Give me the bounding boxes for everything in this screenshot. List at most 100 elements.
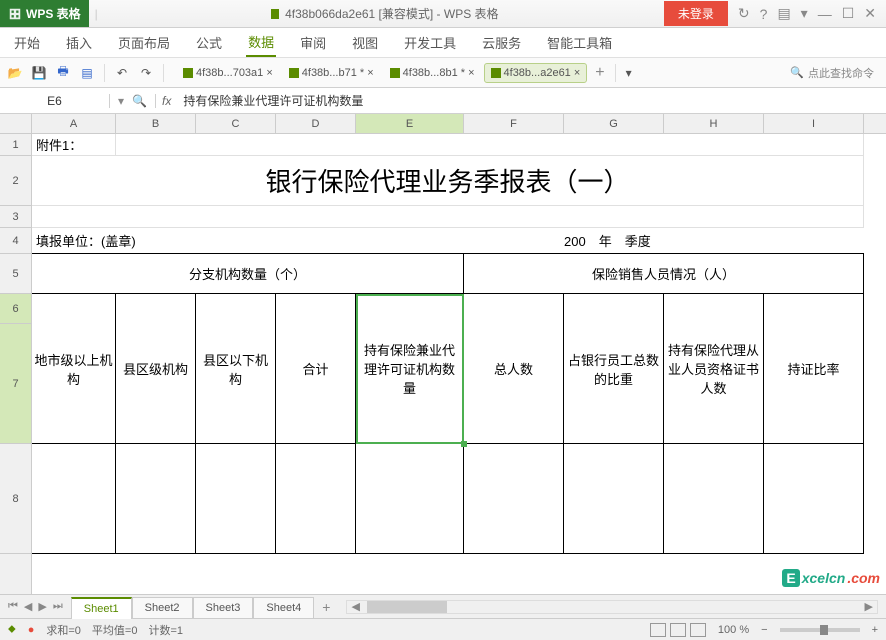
row-header-4[interactable]: 4: [0, 228, 31, 254]
cell-r8-6[interactable]: [464, 444, 564, 554]
col-header-A[interactable]: A: [32, 114, 116, 133]
print-icon[interactable]: 🖶: [54, 64, 72, 82]
cell-header-branch[interactable]: 分支机构数量（个）: [32, 254, 464, 294]
scroll-left-icon[interactable]: ◀: [351, 600, 359, 613]
settings-icon[interactable]: ▤: [777, 5, 790, 22]
cell-B1[interactable]: [116, 134, 864, 156]
col-header-H[interactable]: H: [664, 114, 764, 133]
menu-review[interactable]: 审阅: [298, 29, 328, 56]
zoom-in-icon[interactable]: +: [872, 624, 878, 636]
col-header-G[interactable]: G: [564, 114, 664, 133]
help-icon[interactable]: ?: [760, 6, 768, 22]
menu-insert[interactable]: 插入: [64, 29, 94, 56]
cell-period[interactable]: 200 年 季度: [464, 228, 864, 254]
doc-tab-active[interactable]: 4f38b...a2e61 ×: [484, 63, 588, 83]
cell-r8-4[interactable]: [276, 444, 356, 554]
menu-formula[interactable]: 公式: [194, 29, 224, 56]
row-header-5[interactable]: 5: [0, 254, 31, 294]
scroll-right-icon[interactable]: ▶: [865, 600, 873, 613]
row-header-8[interactable]: 8: [0, 444, 31, 554]
col-header-F[interactable]: F: [464, 114, 564, 133]
view-page-icon[interactable]: [670, 623, 686, 637]
save-icon[interactable]: 💾: [30, 64, 48, 82]
cell-c4[interactable]: 合计: [276, 294, 356, 444]
row-header-3[interactable]: 3: [0, 206, 31, 228]
cell-c9[interactable]: 持证比率: [764, 294, 864, 444]
fx-label[interactable]: fx: [156, 94, 177, 108]
cell-r8-9[interactable]: [764, 444, 864, 554]
status-icon[interactable]: ⬥: [8, 623, 16, 636]
cell-c3[interactable]: 县区以下机构: [196, 294, 276, 444]
select-all-corner[interactable]: [0, 114, 32, 133]
col-header-D[interactable]: D: [276, 114, 356, 133]
open-icon[interactable]: 📂: [6, 64, 24, 82]
sheet-tab-1[interactable]: Sheet1: [71, 597, 132, 619]
scrollbar-thumb[interactable]: [367, 601, 447, 613]
add-sheet-button[interactable]: +: [314, 599, 338, 615]
doc-tab[interactable]: 4f38b...703a1 ×: [176, 63, 280, 83]
undo-icon[interactable]: ↶: [113, 64, 131, 82]
view-break-icon[interactable]: [690, 623, 706, 637]
nav-next-icon[interactable]: ▶: [36, 600, 48, 613]
fx-search-icon[interactable]: 🔍: [132, 94, 147, 108]
maximize-icon[interactable]: ☐: [842, 5, 855, 22]
close-icon[interactable]: ✕: [864, 5, 876, 22]
cell-title[interactable]: 银行保险代理业务季报表（一）: [32, 156, 864, 206]
redo-icon[interactable]: ↷: [137, 64, 155, 82]
minimize-icon[interactable]: —: [818, 6, 832, 22]
doc-tab[interactable]: 4f38b...8b1 * ×: [383, 63, 482, 83]
cell-r8-2[interactable]: [116, 444, 196, 554]
cell-r8-8[interactable]: [664, 444, 764, 554]
cell-c2[interactable]: 县区级机构: [116, 294, 196, 444]
cell-unit[interactable]: 填报单位：(盖章): [32, 228, 464, 254]
zoom-label[interactable]: 100 %: [718, 624, 749, 636]
doc-tab[interactable]: 4f38b...b71 * ×: [282, 63, 381, 83]
cell-A1[interactable]: 附件1：: [32, 134, 116, 156]
cell-r8-7[interactable]: [564, 444, 664, 554]
row-header-6[interactable]: 6: [0, 294, 31, 324]
row-header-7[interactable]: 7: [0, 324, 31, 444]
menu-dev[interactable]: 开发工具: [402, 29, 458, 56]
record-icon[interactable]: ●: [28, 624, 35, 636]
cell-header-sales[interactable]: 保险销售人员情况（人）: [464, 254, 864, 294]
cell-r8-1[interactable]: [32, 444, 116, 554]
col-header-I[interactable]: I: [764, 114, 864, 133]
cell-r8-5[interactable]: [356, 444, 464, 554]
cell-c5[interactable]: 持有保险兼业代理许可证机构数量: [356, 294, 464, 444]
add-tab-button[interactable]: +: [589, 64, 610, 82]
cell-c6[interactable]: 总人数: [464, 294, 564, 444]
row-header-1[interactable]: 1: [0, 134, 31, 156]
fill-handle[interactable]: [461, 441, 467, 447]
preview-icon[interactable]: ▤: [78, 64, 96, 82]
menu-smart[interactable]: 智能工具箱: [545, 29, 614, 56]
cell-c7[interactable]: 占银行员工总数的比重: [564, 294, 664, 444]
menu-layout[interactable]: 页面布局: [116, 29, 172, 56]
pin-icon[interactable]: ▾: [801, 5, 808, 22]
login-button[interactable]: 未登录: [664, 1, 728, 26]
col-header-B[interactable]: B: [116, 114, 196, 133]
cell-c8[interactable]: 持有保险代理从业人员资格证书人数: [664, 294, 764, 444]
cells[interactable]: 附件1： 银行保险代理业务季报表（一） 填报单位：(盖章) 200 年 季度 分…: [32, 134, 886, 594]
sync-icon[interactable]: ↻: [738, 5, 750, 22]
zoom-out-icon[interactable]: −: [761, 624, 767, 636]
zoom-slider[interactable]: [780, 628, 860, 632]
view-normal-icon[interactable]: [650, 623, 666, 637]
zoom-thumb[interactable]: [820, 625, 828, 635]
menu-data[interactable]: 数据: [246, 28, 276, 57]
formula-input[interactable]: 持有保险兼业代理许可证机构数量: [177, 92, 886, 109]
nav-first-icon[interactable]: ⏮: [6, 600, 20, 613]
cell-c1[interactable]: 地市级以上机构: [32, 294, 116, 444]
cell-r8-3[interactable]: [196, 444, 276, 554]
menu-cloud[interactable]: 云服务: [480, 29, 523, 56]
search-command[interactable]: 🔍 点此查找命令: [784, 65, 880, 81]
cell-row3[interactable]: [32, 206, 864, 228]
nav-last-icon[interactable]: ⏭: [51, 600, 65, 613]
name-box[interactable]: E6: [0, 94, 110, 108]
horizontal-scrollbar[interactable]: ◀ ▶: [346, 600, 878, 614]
nav-prev-icon[interactable]: ◀: [22, 600, 34, 613]
row-header-2[interactable]: 2: [0, 156, 31, 206]
col-header-E[interactable]: E: [356, 114, 464, 133]
col-header-C[interactable]: C: [196, 114, 276, 133]
menu-start[interactable]: 开始: [12, 29, 42, 56]
dropdown-icon[interactable]: ▾: [620, 64, 638, 82]
